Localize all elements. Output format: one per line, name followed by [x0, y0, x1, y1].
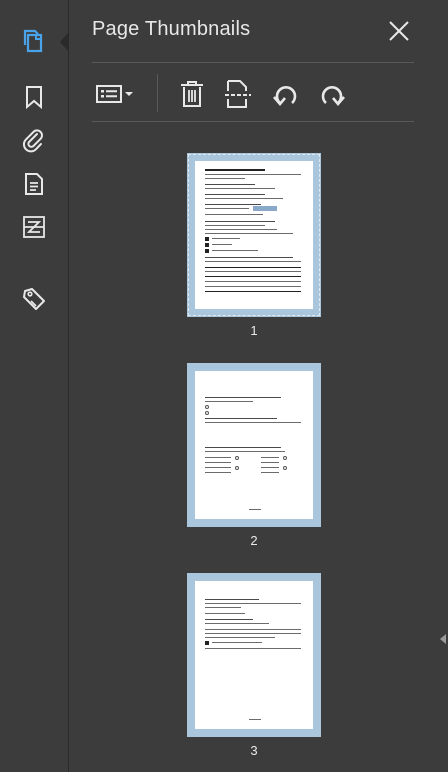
copy-pages-icon: [23, 29, 43, 53]
rotate-ccw-icon: [273, 86, 297, 107]
rail-compare-button[interactable]: [0, 206, 68, 248]
page-thumbnail-3[interactable]: 3: [187, 573, 321, 758]
page-number: 2: [250, 533, 258, 548]
panel-resize-handle[interactable]: [440, 634, 446, 644]
page-thumbnail-1[interactable]: 1: [187, 153, 321, 338]
rail-active-pointer: [60, 32, 69, 52]
list-options-icon: [96, 85, 133, 103]
page-preview: [195, 371, 313, 519]
tag-icon: [23, 288, 45, 310]
thumbnail-frame: [187, 153, 321, 317]
rail-attachments-button[interactable]: [0, 120, 68, 162]
options-menu-button[interactable]: [94, 76, 138, 112]
split-page-button[interactable]: [220, 76, 256, 112]
thumbnail-frame: [187, 363, 321, 527]
page-preview: [195, 581, 313, 729]
page-preview: [195, 161, 313, 309]
rail-bookmarks-button[interactable]: [0, 76, 68, 118]
split-page-icon: [225, 80, 251, 108]
close-icon: [389, 21, 409, 41]
page-thumbnail-2[interactable]: 2: [187, 363, 321, 548]
thumbnail-toolbar: [92, 70, 414, 120]
bookmark-icon: [26, 86, 42, 110]
rotate-right-button[interactable]: [314, 76, 350, 112]
rail-tags-button[interactable]: [0, 278, 68, 320]
rotate-left-button[interactable]: [268, 76, 304, 112]
panel-title: Page Thumbnails: [92, 18, 251, 40]
rail-document-button[interactable]: [0, 163, 68, 205]
thumbnail-frame: [187, 573, 321, 737]
paperclip-icon: [23, 129, 43, 153]
compare-icon: [23, 216, 45, 238]
delete-page-button[interactable]: [176, 76, 208, 112]
page-number: 3: [250, 743, 258, 758]
trash-icon: [181, 81, 203, 107]
rotate-cw-icon: [321, 86, 345, 107]
document-icon: [25, 173, 43, 195]
rail-page-thumbnails-button[interactable]: [0, 20, 68, 62]
header-divider: [92, 62, 414, 63]
page-number: 1: [250, 323, 258, 338]
page-thumbnails-panel: Page Thumbnails 1 2 3: [69, 0, 448, 772]
panel-header: Page Thumbnails: [69, 0, 448, 62]
toolbar-divider: [92, 121, 414, 122]
close-panel-button[interactable]: [384, 16, 414, 46]
toolbar-separator: [157, 74, 158, 112]
side-rail: [0, 0, 69, 772]
